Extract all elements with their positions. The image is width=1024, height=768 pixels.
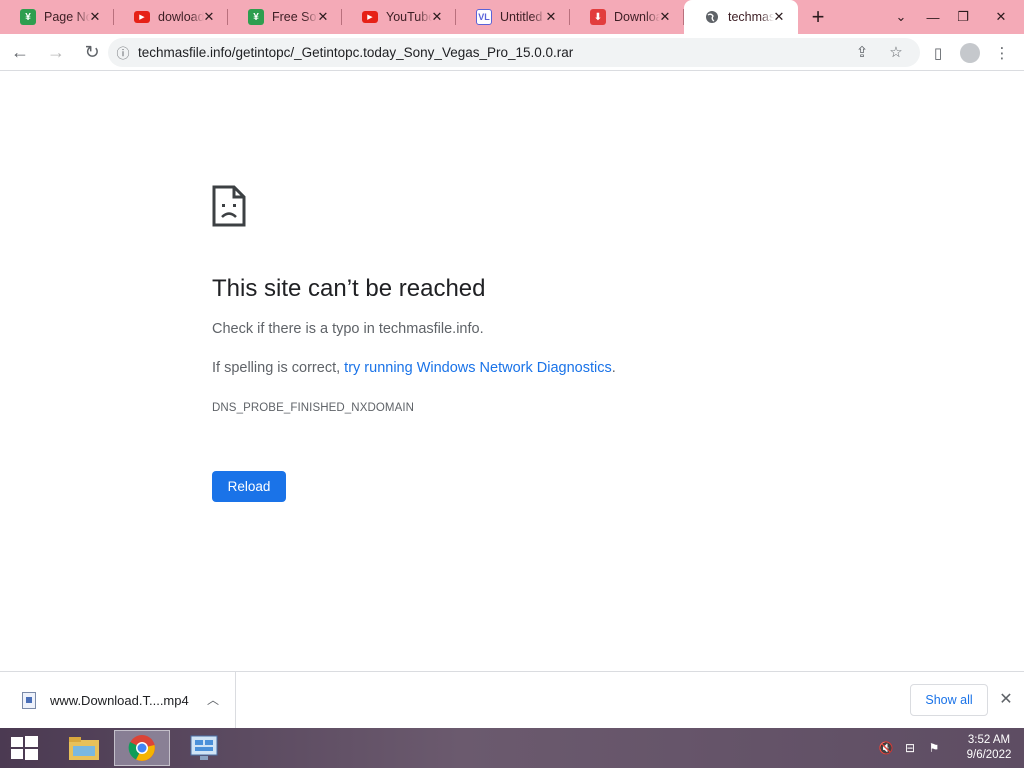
tab-search-chevron-icon[interactable]: ⌄ <box>884 9 918 25</box>
tab-title: YouTube <box>386 10 432 24</box>
bookmark-star-icon[interactable]: ☆ <box>886 43 906 63</box>
tab-strip: ¥ Page Not Found ✕ ▶ dowload ✕ ¥ Free So… <box>0 0 1024 34</box>
green-square-icon: ¥ <box>20 9 36 25</box>
browser-toolbar: ← → ↻ ⓘ techmasfile.info/getintopc/_Geti… <box>0 34 1024 71</box>
windows-taskbar: 🔇 ⊟ ⚑ 3:52 AM 9/6/2022 <box>0 728 1024 768</box>
youtube-icon: ▶ <box>362 11 378 23</box>
close-icon[interactable]: ✕ <box>202 10 216 24</box>
tab-free-software[interactable]: ¥ Free Software ✕ <box>228 0 342 34</box>
network-diagnostics-link[interactable]: try running Windows Network Diagnostics <box>344 360 612 376</box>
profile-avatar-icon[interactable] <box>960 42 980 63</box>
back-arrow-icon[interactable]: ← <box>4 36 36 68</box>
close-icon[interactable]: ✕ <box>88 10 102 24</box>
restore-icon[interactable]: ❐ <box>948 9 978 25</box>
tab-youtube[interactable]: ▶ YouTube ✕ <box>342 0 456 34</box>
minimize-icon[interactable]: — <box>918 10 948 25</box>
network-icon[interactable]: ⊟ <box>898 741 922 755</box>
address-bar[interactable]: ⓘ techmasfile.info/getintopc/_Getintopc.… <box>108 38 920 67</box>
forward-arrow-icon[interactable]: → <box>40 36 72 68</box>
globe-icon <box>704 9 720 25</box>
menu-kebab-icon[interactable]: ⋮ <box>986 44 1018 62</box>
tab-title: techmasfile <box>728 10 774 24</box>
control-panel-icon[interactable] <box>176 730 232 766</box>
url-text[interactable]: techmasfile.info/getintopc/_Getintopc.to… <box>138 45 573 60</box>
window-controls: ⌄ — ❐ ✕ <box>884 0 1024 34</box>
diagnostics-hint: If spelling is correct, try running Wind… <box>212 360 616 376</box>
new-tab-button[interactable]: + <box>798 0 838 34</box>
close-icon[interactable]: ✕ <box>430 10 444 24</box>
file-icon <box>22 691 36 709</box>
windows-start-icon[interactable] <box>8 734 40 762</box>
diagnostics-prefix: If spelling is correct, <box>212 360 345 376</box>
close-icon[interactable]: ✕ <box>658 10 672 24</box>
file-explorer-icon[interactable] <box>56 730 112 766</box>
close-icon[interactable]: ✕ <box>544 10 558 24</box>
speaker-muted-icon[interactable]: 🔇 <box>874 741 898 755</box>
reload-button[interactable]: Reload <box>212 471 286 502</box>
system-tray: 🔇 ⊟ ⚑ 3:52 AM 9/6/2022 <box>874 728 1024 768</box>
show-all-button[interactable]: Show all <box>910 684 988 716</box>
chrome-icon[interactable] <box>114 730 170 766</box>
sad-document-icon <box>212 185 246 227</box>
page-content: This site can’t be reached Check if ther… <box>0 71 1024 671</box>
download-filename[interactable]: www.Download.T....mp4 <box>50 693 189 708</box>
system-clock[interactable]: 3:52 AM 9/6/2022 <box>954 733 1024 763</box>
share-icon[interactable]: ⇪ <box>852 43 872 63</box>
diagnostics-suffix: . <box>611 360 616 376</box>
chevron-up-icon[interactable]: ︿ <box>207 691 219 708</box>
tab-title: Download <box>614 10 660 24</box>
tab-title: Untitled <box>500 10 543 24</box>
clock-date: 9/6/2022 <box>966 749 1012 761</box>
tab-page-not-found[interactable]: ¥ Page Not Found ✕ <box>0 0 114 34</box>
close-icon[interactable]: ✕ <box>996 689 1016 709</box>
tab-title: Free Software <box>272 10 318 24</box>
error-code: DNS_PROBE_FINISHED_NXDOMAIN <box>212 402 415 414</box>
close-window-icon[interactable]: ✕ <box>978 9 1024 25</box>
tab-untitled[interactable]: VL Untitled ✕ <box>456 0 570 34</box>
info-icon[interactable]: ⓘ <box>108 43 138 62</box>
error-title: This site can’t be reached <box>212 275 486 302</box>
close-icon[interactable]: ✕ <box>316 10 330 24</box>
toolbar-right: ▯ ⋮ <box>922 38 1018 67</box>
tab-download[interactable]: ⬇ Download ✕ <box>570 0 684 34</box>
clock-time: 3:52 AM <box>967 734 1011 746</box>
tab-title: Page Not Found <box>44 10 90 24</box>
download-bar: www.Download.T....mp4 ︿ Show all ✕ <box>0 671 1024 728</box>
close-icon[interactable]: ✕ <box>772 10 786 24</box>
green-square-icon: ¥ <box>248 9 264 25</box>
typo-hint: Check if there is a typo in techmasfile.… <box>212 321 484 337</box>
download-item[interactable]: www.Download.T....mp4 ︿ <box>0 672 236 728</box>
action-center-flag-icon[interactable]: ⚑ <box>922 741 946 755</box>
download-icon: ⬇ <box>590 9 606 25</box>
document-icon: VL <box>476 9 492 25</box>
reload-icon[interactable]: ↻ <box>76 36 108 68</box>
tab-dowload[interactable]: ▶ dowload ✕ <box>114 0 228 34</box>
tab-title: dowload <box>158 10 204 24</box>
youtube-icon: ▶ <box>134 11 150 23</box>
side-panel-icon[interactable]: ▯ <box>922 44 954 62</box>
tab-techmasfile[interactable]: techmasfile ✕ <box>684 0 798 34</box>
